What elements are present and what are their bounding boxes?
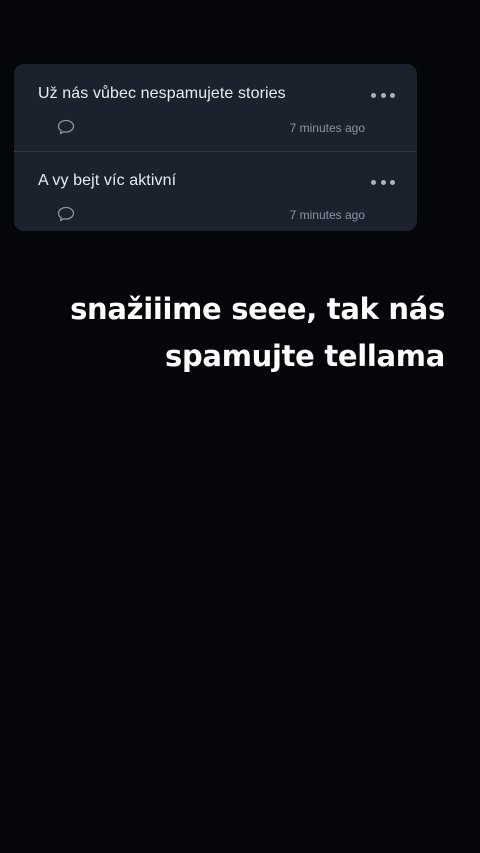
message-timestamp: 7 minutes ago — [289, 121, 365, 135]
caption-line: snažiiime seee, tak nás — [70, 292, 445, 326]
caption-line: spamujte tellama — [165, 339, 445, 373]
more-options-button[interactable] — [371, 90, 395, 100]
message-timestamp: 7 minutes ago — [289, 208, 365, 222]
dot-icon — [380, 92, 386, 98]
dot-icon — [390, 92, 395, 98]
dot-icon — [380, 179, 386, 185]
message-text: Už nás vůbec nespamujete stories — [38, 85, 286, 102]
more-options-button[interactable] — [371, 177, 395, 187]
story-canvas: Už nás vůbec nespamujete stories 7 minut… — [0, 0, 480, 853]
dot-icon — [371, 92, 376, 98]
message-item[interactable]: A vy bejt víc aktivní 7 minutes ago — [14, 151, 417, 231]
message-text: A vy bejt víc aktivní — [38, 172, 177, 189]
speech-bubble-icon[interactable] — [57, 206, 75, 222]
message-item[interactable]: Už nás vůbec nespamujete stories 7 minut… — [14, 64, 417, 151]
messages-card: Už nás vůbec nespamujete stories 7 minut… — [14, 64, 417, 231]
speech-bubble-icon[interactable] — [57, 119, 75, 135]
dot-icon — [371, 179, 376, 185]
story-caption: snažiiime seee, tak nás spamujte tellama — [25, 286, 445, 380]
dot-icon — [390, 179, 395, 185]
